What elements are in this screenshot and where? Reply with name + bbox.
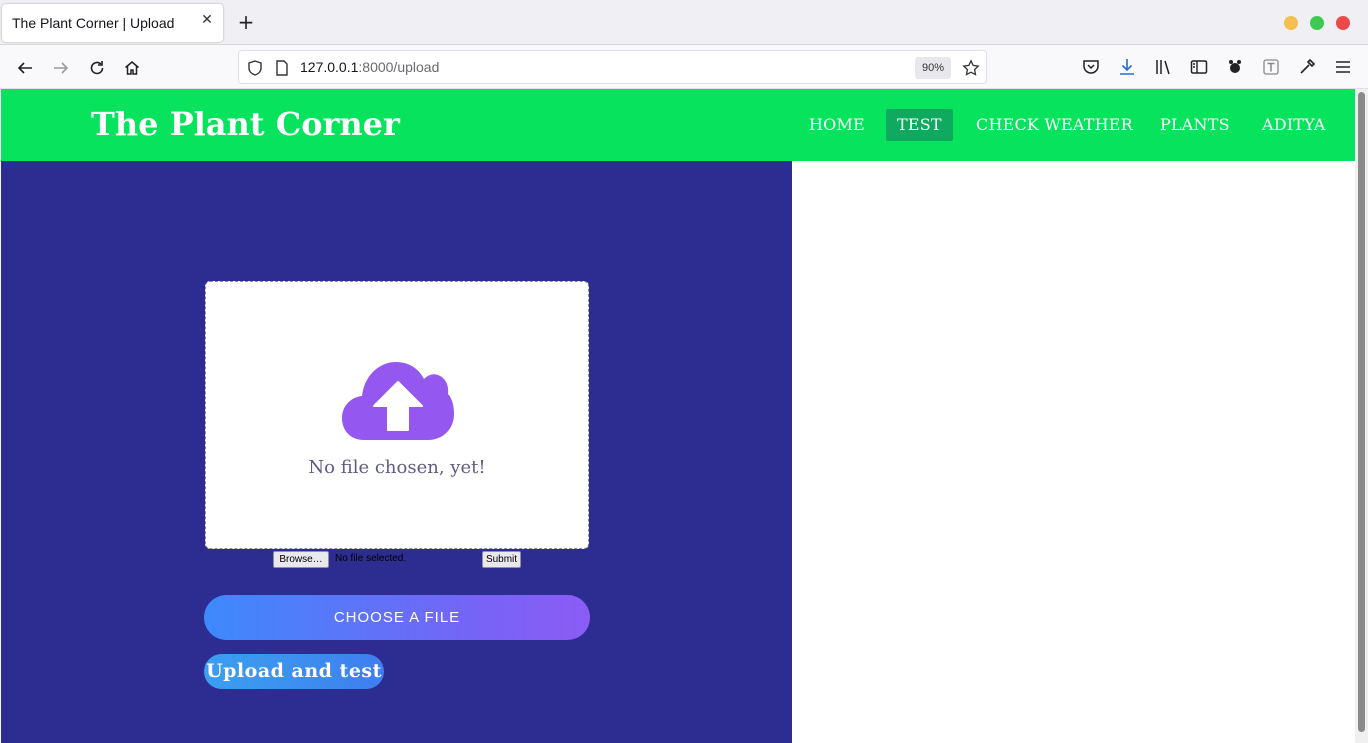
tab-upload[interactable]: The Plant Corner | Upload ✕ bbox=[2, 4, 223, 42]
tab-strip: The Plant Corner | Upload ✕ + bbox=[0, 0, 1368, 45]
menu-icon[interactable] bbox=[1333, 57, 1353, 77]
forward-button[interactable] bbox=[49, 56, 73, 80]
library-icon[interactable] bbox=[1153, 57, 1173, 77]
submit-button[interactable]: Submit bbox=[482, 551, 521, 568]
extension-icon[interactable] bbox=[1225, 57, 1245, 77]
zoom-indicator[interactable]: 90% bbox=[915, 57, 951, 79]
url-path: :8000/upload bbox=[358, 59, 440, 75]
back-button[interactable] bbox=[13, 56, 37, 80]
url-text[interactable]: 127.0.0.1:8000/upload bbox=[300, 59, 439, 75]
arrow-right-icon bbox=[54, 62, 69, 74]
tab-title: The Plant Corner | Upload bbox=[12, 15, 175, 31]
close-tab-icon[interactable]: ✕ bbox=[199, 12, 215, 28]
navigation-bar: 127.0.0.1:8000/upload 90% bbox=[0, 45, 1368, 89]
sidebar-icon[interactable] bbox=[1189, 57, 1209, 77]
url-bar[interactable]: 127.0.0.1:8000/upload 90% bbox=[238, 50, 987, 84]
reload-icon bbox=[90, 61, 104, 75]
url-host: 127.0.0.1 bbox=[300, 59, 359, 75]
shield-icon[interactable] bbox=[246, 59, 264, 77]
close-window-button[interactable] bbox=[1336, 16, 1350, 30]
maximize-button[interactable] bbox=[1310, 16, 1324, 30]
home-button[interactable] bbox=[120, 56, 144, 80]
site-brand[interactable]: The Plant Corner bbox=[91, 105, 400, 143]
pocket-icon[interactable] bbox=[1081, 57, 1101, 77]
site-header: The Plant Corner HOME TEST CHECK WEATHER… bbox=[1, 89, 1355, 161]
browser-window: The Plant Corner | Upload ✕ + 127.0.0.1:… bbox=[0, 0, 1368, 743]
nav-test[interactable]: TEST bbox=[886, 109, 953, 141]
text-extension-icon[interactable] bbox=[1261, 57, 1281, 77]
drop-zone[interactable]: No file chosen, yet! bbox=[205, 281, 589, 549]
star-icon[interactable] bbox=[962, 59, 980, 77]
nav-check-weather[interactable]: CHECK WEATHER bbox=[965, 109, 1144, 141]
nav-plants[interactable]: PLANTS bbox=[1149, 109, 1241, 141]
scrollbar-thumb[interactable] bbox=[1358, 92, 1365, 732]
minimize-button[interactable] bbox=[1284, 16, 1298, 30]
page-scrollbar[interactable] bbox=[1355, 89, 1368, 743]
new-tab-button[interactable]: + bbox=[236, 12, 256, 33]
upload-status-text: No file chosen, yet! bbox=[308, 457, 486, 478]
arrow-left-icon bbox=[17, 62, 32, 74]
reload-button[interactable] bbox=[85, 56, 109, 80]
home-icon bbox=[125, 61, 139, 75]
upload-and-test-button[interactable]: Upload and test bbox=[204, 654, 384, 689]
page-icon[interactable] bbox=[273, 59, 291, 77]
cloud-upload-icon bbox=[342, 362, 454, 440]
browse-button[interactable]: Browse… bbox=[273, 551, 329, 568]
download-icon[interactable] bbox=[1117, 57, 1137, 77]
nav-home[interactable]: HOME bbox=[798, 109, 876, 141]
eyedropper-icon[interactable] bbox=[1297, 57, 1317, 77]
choose-file-button[interactable]: CHOOSE A FILE bbox=[204, 595, 590, 640]
nav-aditya[interactable]: ADITYA bbox=[1251, 109, 1336, 141]
web-page: The Plant Corner HOME TEST CHECK WEATHER… bbox=[1, 89, 1355, 743]
file-selection-status: No file selected. bbox=[335, 553, 407, 564]
